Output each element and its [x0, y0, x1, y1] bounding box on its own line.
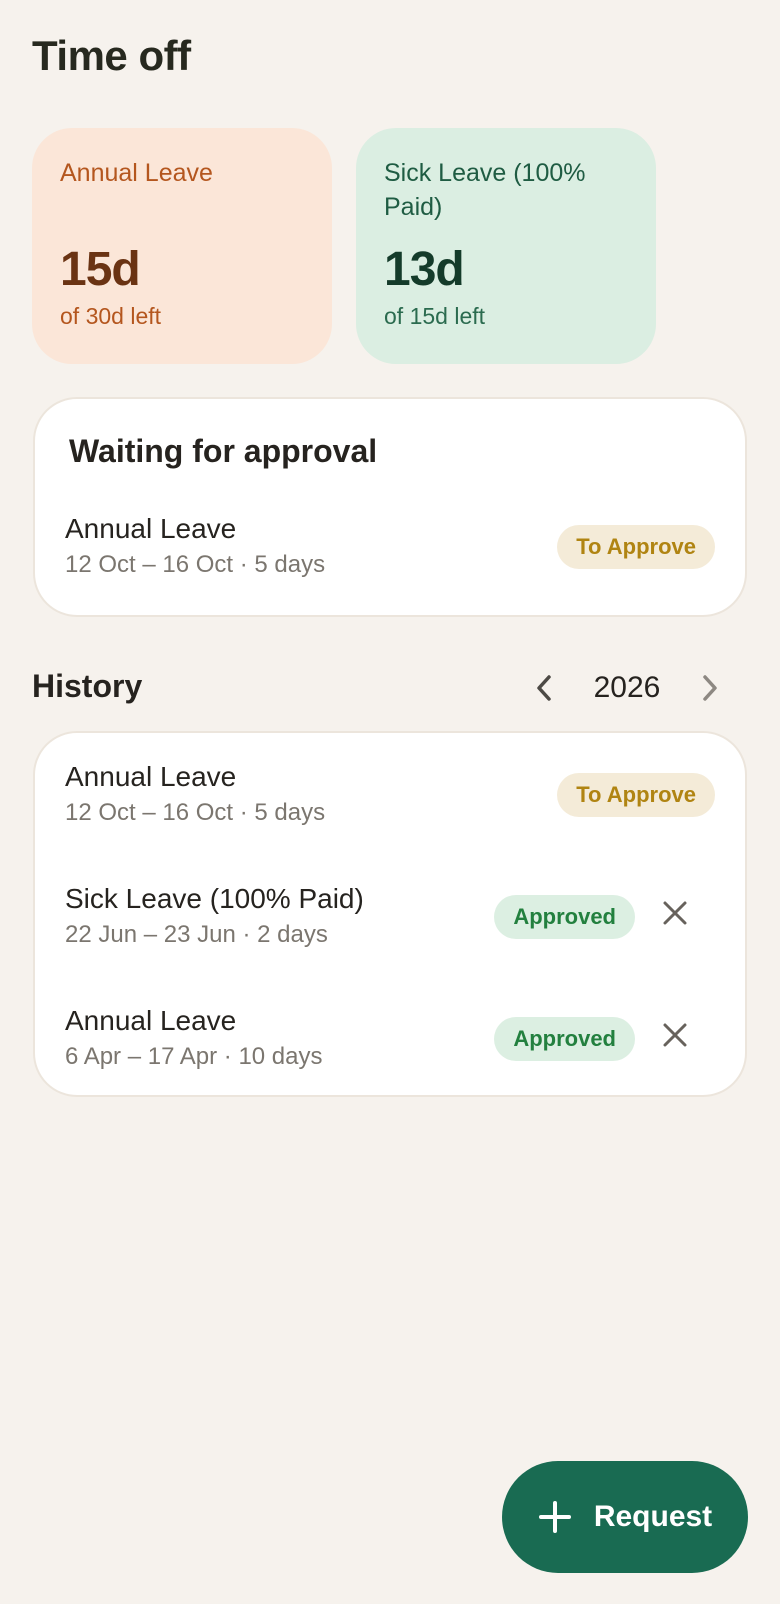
- history-section-title: History: [32, 668, 143, 704]
- pending-request-row[interactable]: Annual Leave 12 Oct – 16 Oct · 5 days To…: [65, 513, 715, 603]
- request-type: Sick Leave (100% Paid): [65, 883, 364, 914]
- balance-card-annual-leave[interactable]: Annual Leave 15d of 30d left: [32, 128, 332, 364]
- year-selector: 2026: [522, 662, 732, 714]
- request-type: Annual Leave: [65, 1005, 237, 1036]
- request-dates: 22 Jun – 23 Jun · 2 days: [65, 921, 328, 948]
- status-badge: To Approve: [557, 773, 715, 817]
- request-type: Annual Leave: [65, 513, 237, 544]
- status-badge: To Approve: [557, 525, 715, 569]
- close-icon[interactable]: [649, 1009, 701, 1061]
- close-icon[interactable]: [649, 887, 701, 939]
- pending-approval-panel: Waiting for approval Annual Leave 12 Oct…: [33, 397, 747, 617]
- balance-subtitle: of 15d left: [384, 303, 486, 329]
- request-button-label: Request: [593, 1500, 713, 1533]
- request-type: Annual Leave: [65, 761, 237, 792]
- chevron-right-icon[interactable]: [688, 662, 732, 714]
- history-row[interactable]: Annual Leave 12 Oct – 16 Oct · 5 days To…: [65, 761, 715, 851]
- request-dates: 12 Oct – 16 Oct · 5 days: [65, 799, 326, 826]
- pending-section-title: Waiting for approval: [69, 433, 378, 469]
- history-row[interactable]: Sick Leave (100% Paid) 22 Jun – 23 Jun ·…: [65, 883, 715, 973]
- balance-value: 13d: [384, 243, 465, 296]
- chevron-left-icon[interactable]: [522, 662, 566, 714]
- request-dates: 12 Oct – 16 Oct · 5 days: [65, 551, 326, 578]
- page-title: Time off: [32, 32, 191, 79]
- balance-value: 15d: [60, 243, 141, 296]
- status-badge: Approved: [494, 895, 635, 939]
- history-panel: Annual Leave 12 Oct – 16 Oct · 5 days To…: [33, 731, 747, 1097]
- request-dates: 6 Apr – 17 Apr · 10 days: [65, 1043, 323, 1070]
- status-badge: Approved: [494, 1017, 635, 1061]
- request-button[interactable]: Request: [502, 1461, 748, 1573]
- year-label: 2026: [593, 671, 661, 704]
- balance-card-sick-leave[interactable]: Sick Leave (100% Paid) 13d of 15d left: [356, 128, 656, 364]
- plus-icon: [538, 1492, 572, 1542]
- balance-label: Annual Leave: [60, 159, 213, 187]
- history-row[interactable]: Annual Leave 6 Apr – 17 Apr · 10 days Ap…: [65, 1005, 715, 1095]
- balance-subtitle: of 30d left: [60, 303, 162, 329]
- balance-label: Sick Leave (100% Paid): [384, 159, 586, 221]
